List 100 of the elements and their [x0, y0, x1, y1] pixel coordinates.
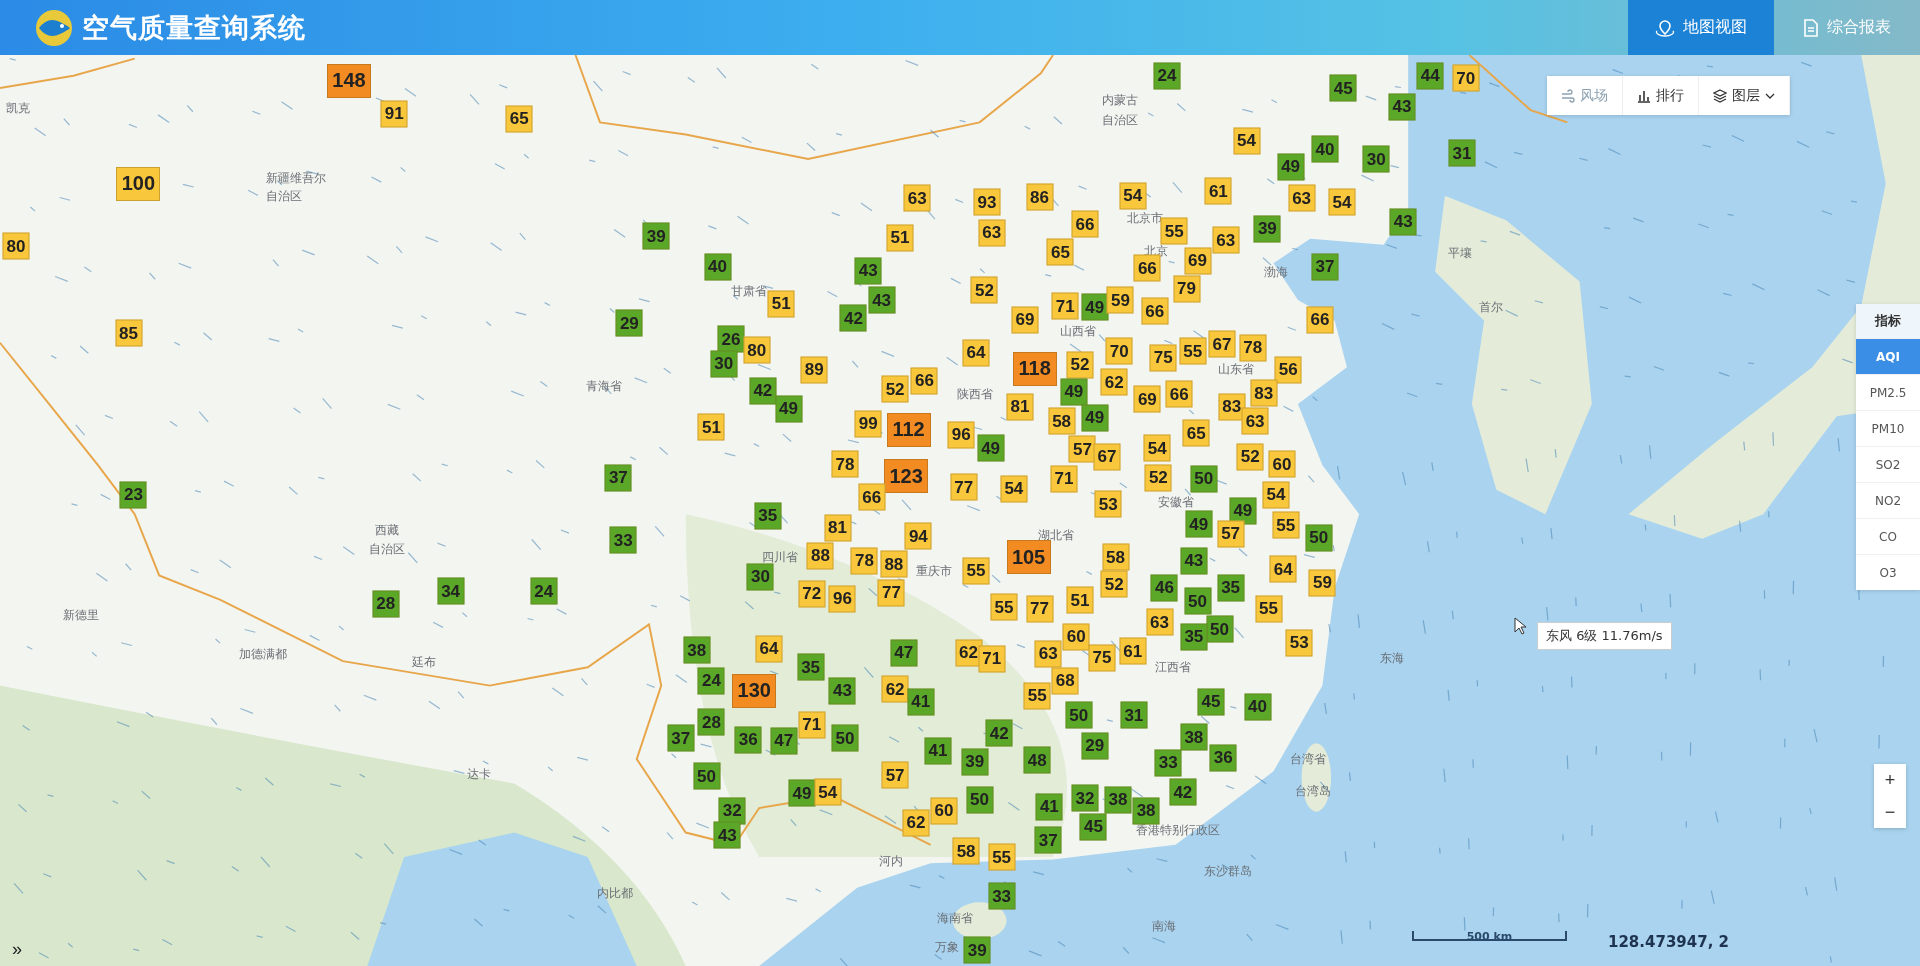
aqi-marker[interactable]: 75 [1088, 644, 1116, 672]
aqi-marker[interactable]: 43 [1388, 93, 1416, 120]
aqi-marker[interactable]: 47 [770, 727, 798, 755]
aqi-marker[interactable]: 65 [505, 105, 533, 133]
aqi-marker[interactable]: 80 [743, 336, 771, 364]
aqi-marker[interactable]: 42 [749, 377, 777, 405]
aqi-marker[interactable]: 59 [1106, 286, 1134, 314]
aqi-marker[interactable]: 91 [380, 100, 408, 128]
zoom-in-button[interactable]: + [1874, 764, 1906, 796]
aqi-marker[interactable]: 62 [902, 809, 930, 837]
aqi-marker[interactable]: 49 [1277, 153, 1305, 180]
aqi-marker[interactable]: 41 [907, 688, 935, 716]
aqi-marker[interactable]: 50 [693, 762, 720, 790]
aqi-marker[interactable]: 41 [924, 737, 952, 765]
aqi-marker[interactable]: 60 [930, 797, 958, 825]
aqi-marker[interactable]: 56 [1274, 356, 1302, 384]
aqi-marker[interactable]: 30 [710, 350, 738, 378]
aqi-marker[interactable]: 55 [990, 593, 1018, 621]
aqi-marker[interactable]: 41 [1035, 793, 1063, 821]
aqi-marker[interactable]: 38 [1104, 786, 1132, 814]
aqi-marker[interactable]: 94 [904, 522, 932, 550]
aqi-marker[interactable]: 64 [755, 635, 783, 663]
aqi-marker[interactable]: 83 [1250, 379, 1278, 407]
aqi-marker[interactable]: 36 [734, 726, 762, 754]
aqi-marker[interactable]: 61 [1119, 637, 1147, 665]
aqi-marker[interactable]: 54 [1000, 475, 1028, 503]
indicator-option[interactable]: CO [1856, 518, 1920, 554]
indicator-option[interactable]: SO2 [1856, 446, 1920, 482]
aqi-marker[interactable]: 45 [1079, 813, 1107, 840]
aqi-marker[interactable]: 34 [437, 577, 465, 605]
aqi-marker[interactable]: 54 [814, 778, 842, 806]
aqi-marker[interactable]: 54 [1262, 481, 1290, 509]
aqi-marker[interactable]: 38 [683, 636, 711, 664]
indicator-option[interactable]: O3 [1856, 554, 1920, 590]
aqi-marker[interactable]: 118 [1012, 351, 1057, 386]
aqi-marker[interactable]: 58 [1102, 543, 1129, 571]
aqi-marker[interactable]: 66 [1133, 254, 1161, 282]
aqi-marker[interactable]: 33 [609, 526, 637, 554]
aqi-marker[interactable]: 26 [717, 325, 745, 353]
aqi-marker[interactable]: 79 [1173, 275, 1200, 303]
aqi-marker[interactable]: 86 [1026, 183, 1054, 211]
aqi-marker[interactable]: 49 [1229, 497, 1257, 525]
aqi-marker[interactable]: 40 [1244, 693, 1272, 720]
indicator-option[interactable]: PM10 [1856, 410, 1920, 446]
aqi-marker[interactable]: 112 [886, 412, 931, 447]
aqi-marker[interactable]: 31 [1448, 139, 1476, 167]
aqi-marker[interactable]: 53 [1285, 629, 1313, 657]
aqi-marker[interactable]: 50 [1206, 615, 1234, 643]
aqi-marker[interactable]: 62 [881, 675, 909, 703]
aqi-marker[interactable]: 52 [1236, 443, 1264, 471]
aqi-marker[interactable]: 43 [713, 821, 741, 849]
aqi-marker[interactable]: 63 [1146, 608, 1174, 636]
aqi-marker[interactable]: 57 [881, 761, 909, 789]
aqi-marker[interactable]: 71 [1051, 292, 1079, 320]
aqi-marker[interactable]: 43 [1180, 547, 1208, 575]
indicator-option[interactable]: PM2.5 [1856, 374, 1920, 410]
aqi-marker[interactable]: 99 [854, 410, 882, 438]
aqi-marker[interactable]: 69 [1011, 306, 1039, 334]
aqi-marker[interactable]: 51 [1066, 586, 1094, 614]
aqi-marker[interactable]: 71 [798, 711, 826, 739]
aqi-marker[interactable]: 83 [1218, 393, 1246, 420]
aqi-marker[interactable]: 59 [1308, 569, 1336, 597]
aqi-marker[interactable]: 61 [1204, 177, 1232, 205]
aqi-marker[interactable]: 37 [604, 464, 632, 492]
aqi-marker[interactable]: 65 [1046, 238, 1074, 266]
aqi-marker[interactable]: 62 [955, 639, 983, 667]
aqi-marker[interactable]: 35 [1217, 574, 1245, 602]
aqi-marker[interactable]: 28 [697, 708, 725, 736]
aqi-marker[interactable]: 49 [1081, 293, 1109, 321]
aqi-marker[interactable]: 63 [1212, 226, 1240, 254]
aqi-marker[interactable]: 38 [1180, 723, 1208, 751]
aqi-marker[interactable]: 66 [1141, 297, 1169, 325]
aqi-marker[interactable]: 62 [1100, 368, 1128, 396]
aqi-marker[interactable]: 71 [978, 645, 1006, 673]
aqi-marker[interactable]: 66 [1306, 306, 1334, 334]
aqi-marker[interactable]: 96 [828, 585, 856, 613]
aqi-marker[interactable]: 40 [1311, 135, 1339, 163]
aqi-marker[interactable]: 28 [372, 590, 400, 618]
aqi-marker[interactable]: 51 [767, 290, 795, 318]
aqi-marker[interactable]: 81 [824, 514, 852, 542]
aqi-marker[interactable]: 30 [1362, 145, 1390, 173]
aqi-marker[interactable]: 54 [1328, 188, 1356, 216]
aqi-marker[interactable]: 55 [1179, 337, 1207, 365]
aqi-marker[interactable]: 52 [1066, 351, 1094, 379]
aqi-marker[interactable]: 55 [1023, 682, 1051, 709]
aqi-marker[interactable]: 55 [1272, 511, 1300, 539]
aqi-marker[interactable]: 35 [1180, 623, 1208, 651]
aqi-marker[interactable]: 100 [116, 166, 161, 201]
aqi-marker[interactable]: 33 [1154, 749, 1182, 777]
aqi-marker[interactable]: 35 [797, 653, 825, 681]
aqi-marker[interactable]: 67 [1093, 443, 1121, 471]
aqi-marker[interactable]: 43 [1389, 208, 1417, 236]
aqi-marker[interactable]: 35 [754, 502, 782, 529]
aqi-marker[interactable]: 63 [903, 184, 931, 212]
aqi-marker[interactable]: 48 [1023, 746, 1051, 774]
aqi-marker[interactable]: 78 [831, 450, 859, 478]
aqi-marker[interactable]: 24 [530, 577, 558, 605]
aqi-marker[interactable]: 64 [962, 339, 990, 367]
aqi-marker[interactable]: 45 [1329, 74, 1357, 102]
aqi-marker[interactable]: 24 [697, 667, 725, 695]
